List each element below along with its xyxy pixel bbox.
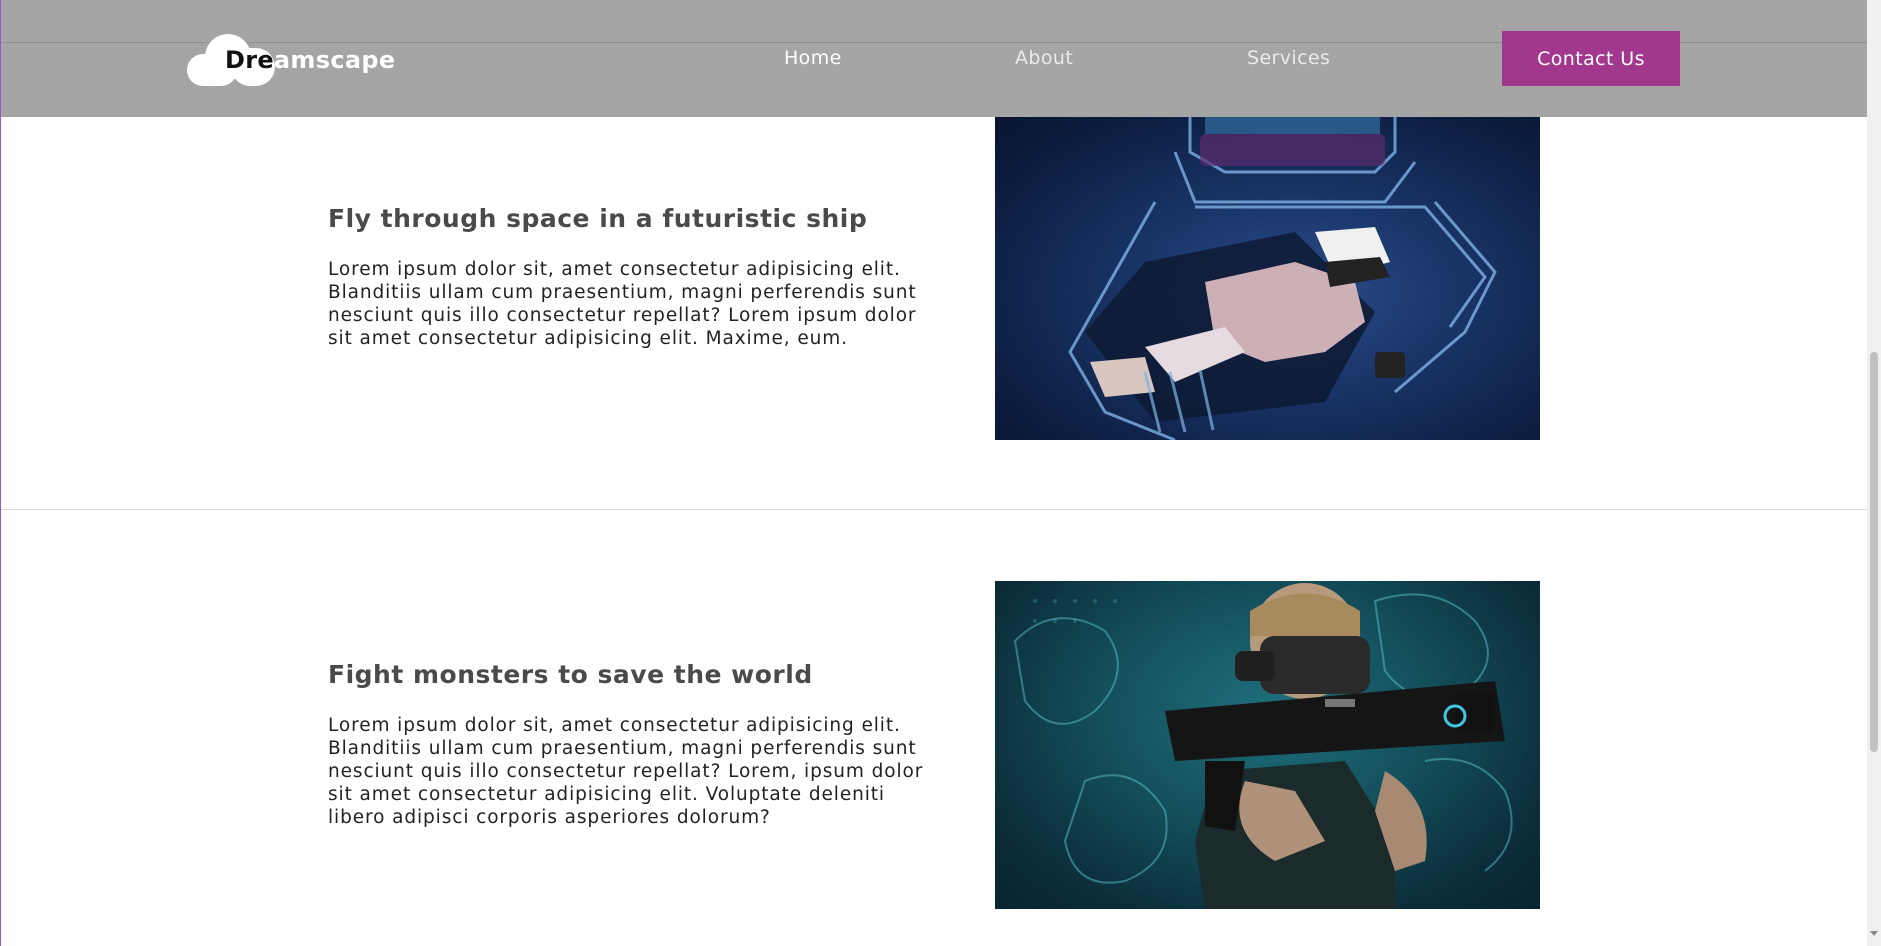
vertical-scrollbar[interactable] [1867, 0, 1881, 946]
section-divider [1, 509, 1867, 510]
logo-text: Dreamscape [225, 46, 396, 74]
nav-home[interactable]: Home [784, 47, 842, 69]
vr-shooter-illustration [1013, 583, 1513, 909]
scrollbar-thumb[interactable] [1870, 352, 1878, 752]
contact-us-button[interactable]: Contact Us [1502, 31, 1680, 86]
vr-spaceship-image [995, 112, 1540, 440]
logo-link[interactable]: Dreamscape [187, 30, 395, 86]
section-description: Lorem ipsum dolor sit, amet consectetur … [328, 259, 917, 349]
nav-about[interactable]: About [1015, 47, 1073, 69]
page-bottom [1, 934, 1867, 946]
vr-shooter-image [995, 581, 1540, 909]
scroll-down-arrow-icon[interactable] [1870, 931, 1878, 936]
section-title: Fight monsters to save the world [328, 660, 813, 689]
section-description: Lorem ipsum dolor sit, amet consectetur … [328, 715, 924, 828]
site-header: Dreamscape Home About Services Contact U… [1, 0, 1867, 117]
section-title: Fly through space in a futuristic ship [328, 204, 868, 233]
nav-services[interactable]: Services [1247, 47, 1330, 69]
vr-spaceship-illustration [1068, 112, 1497, 440]
page-viewport: Fly through space in a futuristic ship L… [0, 0, 1867, 946]
